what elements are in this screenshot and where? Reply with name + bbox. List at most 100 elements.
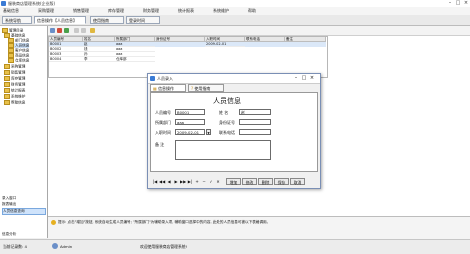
- status-user: Admin: [60, 244, 73, 249]
- dialog-app-icon: [150, 76, 155, 81]
- status-record-count: 当前记录数: 4: [3, 244, 27, 249]
- label-person-id: 人员编号: [155, 110, 171, 115]
- tab-bar: 系统导航 信息操作【人员信息】 使用指南 登录时间: [0, 15, 470, 26]
- dialog-title: 人员录入: [157, 76, 173, 81]
- tab-guide[interactable]: 使用指南: [90, 16, 124, 24]
- folder-icon: [4, 70, 10, 75]
- close-icon[interactable]: ×: [462, 0, 470, 7]
- nav-insert[interactable]: +: [194, 178, 200, 185]
- nav-first-icon[interactable]: [74, 28, 79, 33]
- folder-icon: [4, 64, 10, 69]
- dialog-tab-bar: ▦ 信息操作 ? 使用指南: [150, 84, 318, 92]
- hint-panel: 提示: 点击"增加"按钮, 系统自动生成人员编号; "所属部门"为辅助录入项, …: [48, 216, 470, 239]
- dialog-close-icon[interactable]: ×: [308, 75, 316, 82]
- dialog-minimize-icon[interactable]: –: [292, 75, 300, 82]
- person-id-field[interactable]: B0001: [175, 109, 205, 115]
- delete-button[interactable]: 删除: [258, 178, 273, 185]
- id-card-field[interactable]: [239, 119, 271, 125]
- tree-item[interactable]: 统计报表: [4, 88, 25, 93]
- nav-next-page[interactable]: ▶▶: [180, 178, 186, 185]
- info-icon: [51, 220, 56, 225]
- nav-prev-page[interactable]: ◀◀: [159, 178, 165, 185]
- menu-item[interactable]: 帮助: [248, 8, 256, 14]
- add-button[interactable]: 增加: [226, 178, 241, 185]
- search-icon[interactable]: [90, 28, 95, 33]
- folder-icon: [4, 94, 10, 99]
- dialog-titlebar: 人员录入 – □ ×: [148, 74, 320, 84]
- name-field[interactable]: 赵: [239, 109, 271, 115]
- nav-last-record[interactable]: ▶|: [187, 178, 193, 185]
- nav-delete[interactable]: −: [201, 178, 207, 185]
- dialog-tab-guide[interactable]: ? 使用指南: [188, 84, 224, 92]
- record-navigator: |◀ ◀◀ ◀ ▶ ▶▶ ▶| + − ✓ ✕ 增加 修改 删除 保存 取消: [150, 178, 316, 186]
- sidebar-button-query[interactable]: 人员信息查询: [2, 208, 46, 215]
- sidebar-button-report[interactable]: 报表输出: [2, 202, 44, 207]
- table-cell[interactable]: 2009-02-01: [205, 42, 245, 47]
- grid-icon: ▦: [153, 86, 157, 91]
- phone-field[interactable]: [239, 129, 271, 135]
- window-titlebar: 服装商店管理系统(企业版) – □ ×: [0, 0, 470, 7]
- dialog-maximize-icon[interactable]: □: [300, 75, 308, 82]
- menu-item[interactable]: 销售管理: [73, 8, 89, 14]
- cancel-button[interactable]: 取消: [290, 178, 305, 185]
- tree-item[interactable]: 系统维护: [4, 94, 25, 99]
- department-field[interactable]: aaa: [175, 119, 205, 125]
- save-button[interactable]: 保存: [274, 178, 289, 185]
- tree-item[interactable]: 销售管理: [4, 70, 25, 75]
- menu-item[interactable]: 采购管理: [38, 8, 54, 14]
- table-cell[interactable]: 李: [83, 57, 115, 62]
- person-entry-dialog: 人员录入 – □ × ▦ 信息操作 ? 使用指南 人员信息 人员编号 B0001…: [147, 73, 321, 189]
- hint-text: 提示: 点击"增加"按钮, 系统自动生成人员编号; "所属部门"为辅助录入项, …: [58, 220, 271, 224]
- dialog-form-panel: 人员信息 人员编号 B0001 姓 名 赵 所属部门 aaa 身份证号 入职时间…: [150, 92, 318, 172]
- tab-info-operation[interactable]: 信息操作【人员信息】: [34, 16, 86, 24]
- delete-icon[interactable]: [57, 28, 62, 33]
- data-grid: 人员编号 姓名 所属部门 身份证号 入职时间 联系电话 备注 B0001 赵 a…: [48, 36, 328, 78]
- label-name: 姓 名: [219, 110, 229, 115]
- label-id-card: 身份证号: [219, 120, 235, 125]
- menu-item[interactable]: 库存管理: [108, 8, 124, 14]
- status-bar: 当前记录数: 4 Admin 欢迎使用服装商店管理系统!: [0, 239, 470, 254]
- nav-prev-record[interactable]: ◀: [166, 178, 172, 185]
- hire-date-field[interactable]: 2009-02-01: [175, 129, 205, 135]
- tree-item[interactable]: 仓库信息: [8, 58, 29, 63]
- menu-item[interactable]: 基础信息: [3, 8, 19, 14]
- sidebar-bottom-label[interactable]: 信息分析: [2, 232, 44, 237]
- tree-item[interactable]: 帮助信息: [4, 100, 25, 105]
- calendar-dropdown-icon[interactable]: ▼: [206, 129, 211, 135]
- folder-icon: [4, 100, 10, 105]
- menu-item[interactable]: 财务管理: [143, 8, 159, 14]
- nav-next-record[interactable]: ▶: [173, 178, 179, 185]
- folder-icon: [4, 76, 10, 81]
- table-cell[interactable]: 仓库部: [115, 57, 155, 62]
- label-department: 所属部门: [155, 120, 171, 125]
- maximize-icon[interactable]: □: [454, 0, 462, 7]
- sidebar-button-entry[interactable]: 录入窗口: [2, 196, 44, 201]
- nav-post[interactable]: ✓: [208, 178, 214, 185]
- edit-icon[interactable]: [50, 28, 55, 33]
- tree-item[interactable]: 采购管理: [4, 64, 25, 69]
- help-icon: ?: [191, 86, 194, 91]
- tree-item[interactable]: 库存管理: [4, 76, 25, 81]
- minimize-icon[interactable]: –: [446, 0, 454, 7]
- refresh-icon[interactable]: [64, 28, 69, 33]
- sidebar: 管理目录 基础信息 部门信息 人员信息 客户信息 商品信息 仓库信息 采购管理 …: [0, 26, 48, 238]
- tree-item[interactable]: 财务管理: [4, 82, 25, 87]
- status-message: 欢迎使用服装商店管理系统!: [140, 244, 188, 249]
- remark-field[interactable]: [175, 140, 271, 160]
- tab-login-time[interactable]: 登录时间: [126, 16, 160, 24]
- user-icon: [52, 243, 58, 249]
- form-heading: 人员信息: [213, 97, 241, 105]
- menu-item[interactable]: 统计报表: [178, 8, 194, 14]
- modify-button[interactable]: 修改: [242, 178, 257, 185]
- app-icon: [1, 1, 6, 6]
- menu-item[interactable]: 系统维护: [213, 8, 229, 14]
- nav-first-record[interactable]: |◀: [152, 178, 158, 185]
- label-remark: 备 注: [155, 142, 165, 147]
- dialog-tab-operation[interactable]: ▦ 信息操作: [150, 84, 186, 92]
- nav-last-icon[interactable]: [81, 28, 86, 33]
- label-hire-date: 入职时间: [155, 130, 171, 135]
- folder-icon: [4, 88, 10, 93]
- nav-cancel[interactable]: ✕: [215, 178, 221, 185]
- table-cell[interactable]: B0004: [49, 57, 83, 62]
- tab-nav[interactable]: 系统导航: [2, 16, 32, 24]
